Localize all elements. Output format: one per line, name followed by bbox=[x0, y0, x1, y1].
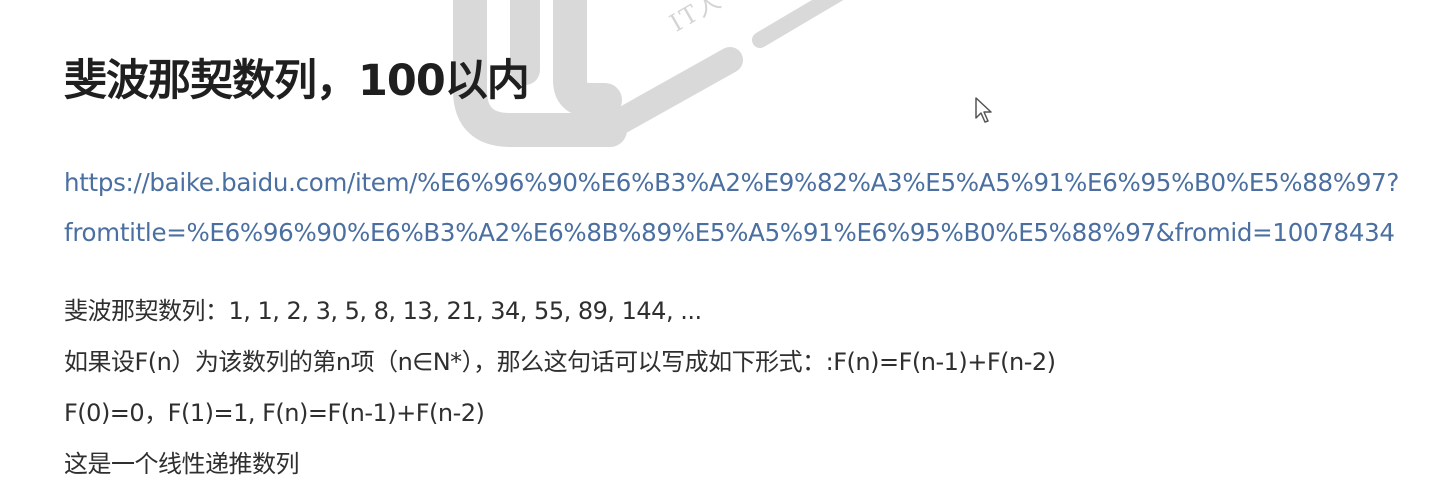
definition-line: 如果设F(n）为该数列的第n项（n∈N*），那么这句话可以写成如下形式：:F(n… bbox=[64, 348, 1056, 376]
sequence-line: 斐波那契数列：1, 1, 2, 3, 5, 8, 13, 21, 34, 55,… bbox=[64, 297, 702, 325]
mouse-pointer-icon bbox=[975, 97, 992, 123]
watermark-text: IT人 bbox=[665, 0, 728, 38]
baike-reference-link[interactable]: https://baike.baidu.com/item/%E6%96%90%E… bbox=[64, 158, 1424, 258]
note-line: 这是一个线性递推数列 bbox=[64, 450, 299, 478]
content-body: 斐波那契数列：1, 1, 2, 3, 5, 8, 13, 21, 34, 55,… bbox=[64, 286, 1056, 490]
formula-line: F(0)=0，F(1)=1, F(n)=F(n-1)+F(n-2) bbox=[64, 399, 485, 427]
link-line-2[interactable]: fromtitle=%E6%96%90%E6%B3%A2%E6%8B%89%E5… bbox=[64, 208, 1424, 258]
page-title: 斐波那契数列，100以内 bbox=[64, 56, 530, 106]
link-line-1[interactable]: https://baike.baidu.com/item/%E6%96%90%E… bbox=[64, 158, 1424, 208]
